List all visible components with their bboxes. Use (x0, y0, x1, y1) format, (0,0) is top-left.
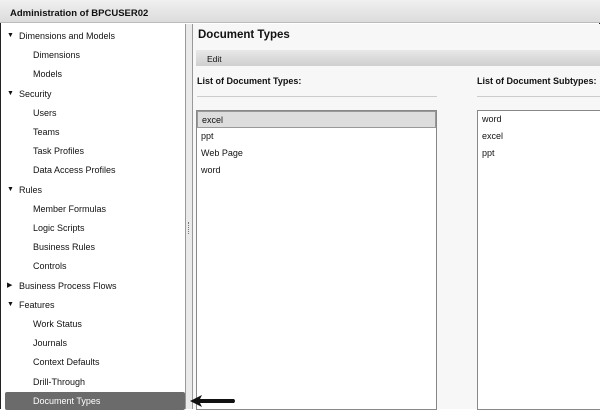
sidebar-item-label: Controls (33, 261, 67, 272)
sidebar-item-label: Data Access Profiles (33, 165, 116, 176)
sidebar-item-data-access-profiles[interactable]: Data Access Profiles (1, 161, 183, 179)
sidebar-item-security[interactable]: ▼ Security (1, 85, 183, 103)
sidebar-item-label: Features (19, 299, 55, 310)
sidebar-item-label: Drill-Through (33, 376, 86, 387)
page-title: Document Types (198, 29, 290, 41)
sidebar-item-label: Member Formulas (33, 203, 107, 214)
list-item[interactable]: Web Page (197, 145, 436, 162)
divider (477, 96, 600, 97)
pointer-arrow-icon (190, 395, 235, 407)
main-panel: Document Types Edit List of Document Typ… (193, 24, 600, 410)
list-item[interactable]: word (197, 162, 436, 179)
sidebar-item-rules[interactable]: ▼ Rules (1, 181, 183, 199)
list-item[interactable]: excel (197, 111, 436, 128)
sidebar-item-label: Task Profiles (33, 146, 85, 157)
sidebar-item-member-formulas[interactable]: Member Formulas (1, 200, 183, 218)
sidebar-item-context-defaults[interactable]: Context Defaults (1, 353, 183, 371)
grip-icon (188, 222, 190, 234)
expand-down-icon[interactable]: ▼ (7, 27, 14, 45)
sidebar-item-task-profiles[interactable]: Task Profiles (1, 142, 183, 160)
sidebar-item-dimensions[interactable]: Dimensions (1, 46, 183, 64)
document-subtypes-label: List of Document Subtypes: (477, 76, 597, 86)
sidebar-item-document-types[interactable]: Document Types (5, 391, 185, 410)
sidebar-item-label: Rules (19, 184, 43, 195)
document-subtypes-list[interactable]: word excel ppt (477, 110, 600, 410)
list-item[interactable]: ppt (478, 145, 600, 162)
expand-down-icon[interactable]: ▼ (7, 85, 14, 103)
sidebar-item-users[interactable]: Users (1, 104, 183, 122)
sidebar-item-features[interactable]: ▼ Features (1, 296, 183, 314)
sidebar-item-label: Teams (33, 127, 60, 137)
sidebar-item-drill-through[interactable]: Drill-Through (1, 373, 183, 391)
document-types-list[interactable]: excel ppt Web Page word (196, 110, 437, 410)
sidebar-item-label: Business Rules (33, 242, 96, 253)
sidebar-item-models[interactable]: Models (1, 65, 183, 83)
collapse-right-icon[interactable]: ▶ (7, 277, 12, 295)
sidebar-item-label: Users (33, 107, 57, 118)
sidebar-item-label: Dimensions and Models (19, 31, 116, 41)
sidebar-item-dimensions-and-models[interactable]: ▼ Dimensions and Models (1, 27, 183, 45)
list-item[interactable]: ppt (197, 128, 436, 145)
sidebar-item-label: Business Process Flows (19, 280, 117, 291)
sidebar-item-label: Context Defaults (33, 357, 100, 368)
sidebar-item-teams[interactable]: Teams (1, 123, 183, 141)
document-types-label: List of Document Types: (197, 76, 302, 86)
expand-down-icon[interactable]: ▼ (7, 296, 14, 314)
sidebar-item-controls[interactable]: Controls (1, 257, 183, 275)
sidebar-item-label: Logic Scripts (33, 223, 85, 233)
sidebar-item-journals[interactable]: Journals (1, 334, 183, 352)
toolbar: Edit (196, 50, 600, 66)
sidebar-item-label: Document Types (33, 395, 101, 406)
splitter-handle[interactable] (185, 24, 193, 409)
sidebar-item-label: Models (33, 69, 63, 80)
divider (197, 96, 437, 97)
list-item[interactable]: excel (478, 128, 600, 145)
sidebar-tree: ▼ Dimensions and Models Dimensions Models ▼ S… (1, 24, 185, 410)
sidebar-item-business-process-flows[interactable]: ▶ Business Process Flows (1, 277, 183, 295)
sidebar-item-business-rules[interactable]: Business Rules (1, 238, 183, 256)
sidebar-item-work-status[interactable]: Work Status (1, 315, 183, 333)
edit-button[interactable]: Edit (207, 54, 222, 64)
window-title: Administration of BPCUSER02 (0, 0, 600, 23)
sidebar-item-logic-scripts[interactable]: Logic Scripts (1, 219, 183, 237)
sidebar-item-label: Journals (33, 338, 68, 349)
list-item[interactable]: word (478, 111, 600, 128)
sidebar-item-label: Security (19, 88, 52, 99)
sidebar-item-label: Work Status (33, 319, 82, 329)
sidebar-item-label: Dimensions (33, 50, 81, 61)
expand-down-icon[interactable]: ▼ (7, 181, 14, 199)
